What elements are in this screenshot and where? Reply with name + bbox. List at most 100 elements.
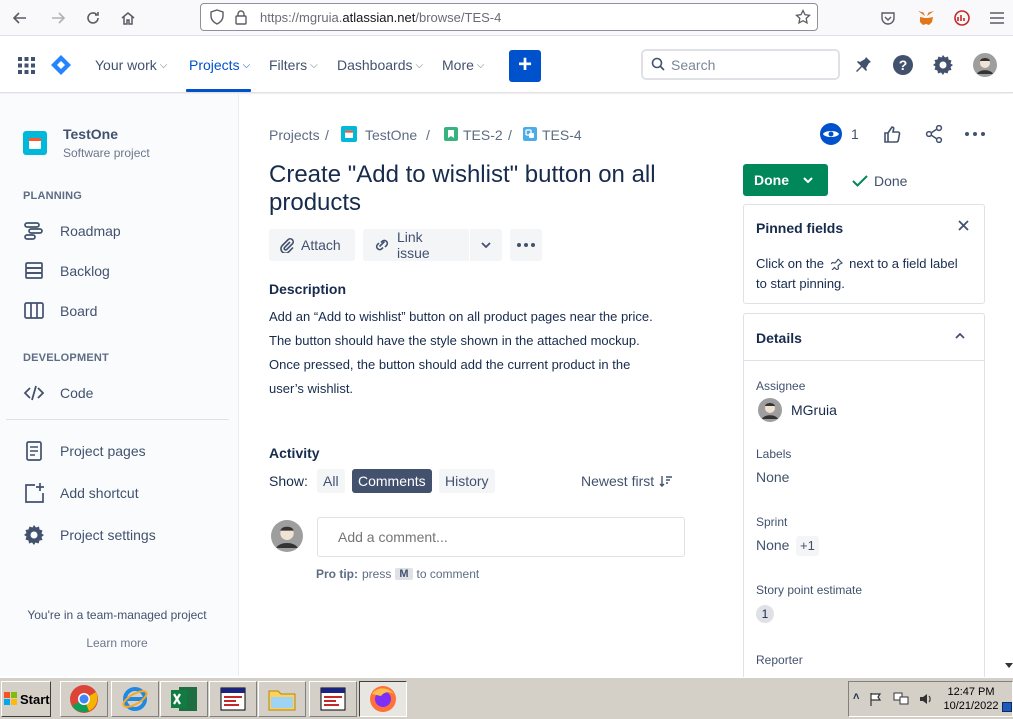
watchers-button[interactable]: 1 <box>820 122 859 146</box>
nav-dashboards[interactable]: Dashboards ⌵ <box>337 57 423 73</box>
taskbar-chrome-button[interactable] <box>60 681 108 717</box>
reload-icon[interactable] <box>81 6 105 30</box>
link-issue-dropdown[interactable] <box>470 229 502 261</box>
sidebar-item-label: Roadmap <box>60 223 121 239</box>
notifications-bell-icon[interactable] <box>853 55 873 75</box>
status-dropdown-button[interactable]: Done <box>743 164 828 196</box>
issue-title[interactable]: Create "Add to wishlist" button on all p… <box>269 161 689 217</box>
nav-dashboards-label: Dashboards <box>337 57 413 73</box>
sprint-value[interactable]: None <box>756 537 789 553</box>
learn-more-link[interactable]: Learn more <box>0 636 234 650</box>
filter-comments-button[interactable]: Comments <box>352 469 432 493</box>
breadcrumb-project[interactable]: TestOne <box>365 127 417 143</box>
sidebar-item-roadmap[interactable]: Roadmap <box>22 221 121 241</box>
filter-all-button[interactable]: All <box>317 469 345 493</box>
sidebar-item-project-settings[interactable]: Project settings <box>22 524 156 546</box>
project-type: Software project <box>63 146 150 160</box>
eye-icon <box>820 122 842 146</box>
scroll-down-arrow-icon[interactable] <box>1005 661 1013 669</box>
extension-chart-icon[interactable] <box>950 6 974 30</box>
nav-more[interactable]: More ⌵ <box>442 57 485 73</box>
details-panel: Details <box>743 313 985 683</box>
chevron-up-icon[interactable] <box>955 333 965 339</box>
folder-icon <box>267 686 297 712</box>
breadcrumb-projects[interactable]: Projects <box>269 127 320 143</box>
jira-logo-icon[interactable] <box>50 54 72 76</box>
search-input[interactable] <box>671 57 831 73</box>
flag-icon[interactable] <box>869 692 883 706</box>
filter-history-button[interactable]: History <box>439 469 495 493</box>
close-icon[interactable] <box>958 220 969 231</box>
forward-arrow-icon[interactable] <box>46 6 70 30</box>
internet-explorer-icon <box>121 685 149 713</box>
nav-your-work[interactable]: Your work ⌵ <box>95 57 167 73</box>
planning-heading: PLANNING <box>23 190 83 202</box>
app-switcher-icon[interactable] <box>18 57 35 74</box>
start-button[interactable]: Start <box>1 681 51 717</box>
search-field[interactable] <box>641 49 840 80</box>
link-issue-button[interactable]: Link issue <box>363 229 469 261</box>
sidebar-item-board[interactable]: Board <box>22 301 97 321</box>
taskbar-ie-button[interactable] <box>111 681 159 717</box>
project-avatar-icon[interactable] <box>23 131 47 155</box>
taskbar-app-button[interactable] <box>209 681 257 717</box>
help-icon[interactable]: ? <box>892 54 914 76</box>
volume-icon[interactable] <box>919 692 933 706</box>
metamask-icon[interactable] <box>914 6 938 30</box>
os-taskbar: Start ˄ 12:47 PM 10/21/2022 <box>0 677 1013 719</box>
chevron-down-icon: ⌵ <box>476 59 485 71</box>
assignee-value[interactable]: MGruia <box>791 402 837 418</box>
description-body[interactable]: Add an “Add to wishlist” button on all p… <box>269 305 664 401</box>
user-avatar[interactable] <box>973 53 997 77</box>
sidebar-item-add-shortcut[interactable]: Add shortcut <box>22 482 139 504</box>
hamburger-menu-icon[interactable] <box>985 6 1009 30</box>
sprint-extra-badge[interactable]: +1 <box>796 536 819 556</box>
create-button[interactable]: + <box>509 50 541 82</box>
thumbs-up-icon[interactable] <box>883 125 901 143</box>
taskbar-firefox-button[interactable] <box>359 681 407 717</box>
nav-filters[interactable]: Filters ⌵ <box>269 57 318 73</box>
sort-order-button[interactable]: Newest first <box>581 473 673 489</box>
sidebar-item-project-pages[interactable]: Project pages <box>22 440 146 462</box>
attach-button[interactable]: Attach <box>269 229 355 261</box>
shield-icon[interactable] <box>209 9 225 25</box>
sidebar-item-backlog[interactable]: Backlog <box>22 261 110 281</box>
page-scrollbar[interactable] <box>1004 94 1013 677</box>
home-icon[interactable] <box>116 6 140 30</box>
project-name[interactable]: TestOne <box>63 126 118 142</box>
sidebar-item-code[interactable]: Code <box>22 383 93 403</box>
chrome-icon <box>69 684 99 714</box>
share-icon[interactable] <box>925 125 943 143</box>
story-points-value[interactable]: 1 <box>756 605 774 623</box>
lock-icon[interactable] <box>234 9 248 25</box>
breadcrumb-separator: / <box>325 127 329 143</box>
more-actions-button[interactable] <box>510 229 542 261</box>
backlog-icon <box>22 261 46 281</box>
pinned-fields-help: Click on the next to a field label to st… <box>756 254 971 294</box>
taskbar-app-button-2[interactable] <box>309 681 357 717</box>
nav-projects[interactable]: Projects ⌵ <box>189 57 250 73</box>
labels-label: Labels <box>756 447 792 461</box>
breadcrumb-issue[interactable]: TES-4 <box>542 127 582 143</box>
development-heading: DEVELOPMENT <box>23 352 109 364</box>
browser-toolbar: https://mgruia.atlassian.net/browse/TES-… <box>0 0 1013 36</box>
clock-date: 10/21/2022 <box>943 700 999 712</box>
back-arrow-icon[interactable] <box>8 6 32 30</box>
chevron-up-icon[interactable]: ˄ <box>853 691 859 703</box>
nav-active-indicator <box>186 89 251 92</box>
comment-input[interactable] <box>317 517 685 557</box>
taskbar-explorer-button[interactable] <box>258 681 306 717</box>
labels-value[interactable]: None <box>756 469 789 485</box>
pinned-help-before: Click on the <box>756 256 824 271</box>
clock[interactable]: 12:47 PM 10/21/2022 <box>941 685 1001 713</box>
story-points-label: Story point estimate <box>756 583 863 597</box>
more-horizontal-icon[interactable] <box>965 132 985 136</box>
bookmark-star-icon[interactable] <box>795 9 811 25</box>
url-bar[interactable]: https://mgruia.atlassian.net/browse/TES-… <box>200 3 818 31</box>
network-icon[interactable] <box>893 692 909 706</box>
show-desktop-button[interactable] <box>1002 702 1012 712</box>
settings-gear-icon[interactable] <box>932 54 954 76</box>
taskbar-excel-button[interactable] <box>160 681 208 717</box>
pocket-icon[interactable] <box>876 6 900 30</box>
breadcrumb-parent-issue[interactable]: TES-2 <box>463 127 503 143</box>
